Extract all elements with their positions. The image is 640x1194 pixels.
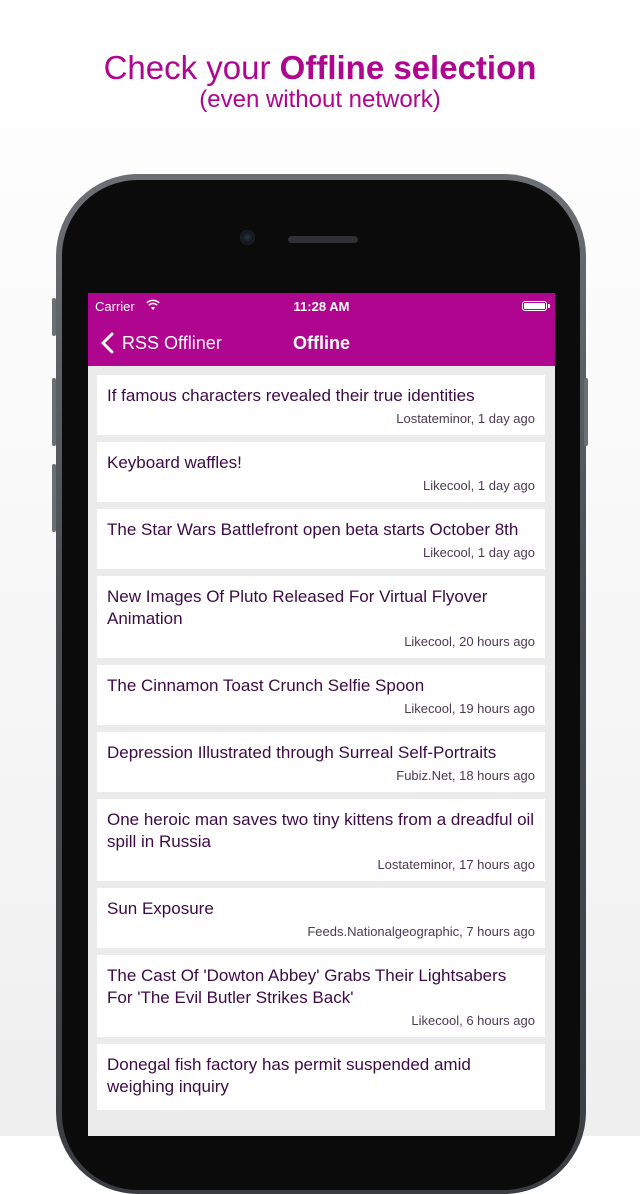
article-title: Donegal fish factory has permit suspende… <box>107 1055 471 1096</box>
article-title: Depression Illustrated through Surreal S… <box>107 743 497 762</box>
article-card[interactable]: Keyboard waffles! Likecool, 1 day ago <box>97 442 545 502</box>
article-list: If famous characters revealed their true… <box>97 375 545 1117</box>
promo-headline: Check your Offline selection <box>0 50 640 86</box>
status-time: 11:28 AM <box>293 299 350 314</box>
battery-tip <box>548 304 550 308</box>
volume-up-button <box>52 378 56 446</box>
promo-subline: (even without network) <box>199 86 441 113</box>
page-title: Offline <box>293 333 350 353</box>
article-card[interactable]: Donegal fish factory has permit suspende… <box>97 1044 545 1110</box>
article-title: The Star Wars Battlefront open beta star… <box>107 520 519 539</box>
top-bar: Carrier 11:28 AM RSS Offliner Offline <box>88 293 555 366</box>
article-card[interactable]: The Cinnamon Toast Crunch Selfie Spoon L… <box>97 665 545 725</box>
article-meta: Likecool, 1 day ago <box>422 478 535 493</box>
promo-headline-bold: Offline selection <box>279 49 537 86</box>
article-card[interactable]: Depression Illustrated through Surreal S… <box>97 732 545 792</box>
article-card[interactable]: One heroic man saves two tiny kittens fr… <box>97 799 545 881</box>
article-meta: Lostateminor, 1 day ago <box>396 411 535 426</box>
article-title: Keyboard waffles! <box>107 453 242 472</box>
article-meta: Feeds.Nationalgeographic, 7 hours ago <box>307 924 535 939</box>
promo-headline-text: Check your <box>103 49 280 86</box>
article-title: One heroic man saves two tiny kittens fr… <box>107 810 535 851</box>
article-title: If famous characters revealed their true… <box>107 386 475 405</box>
article-meta: Likecool, 1 day ago <box>422 545 535 560</box>
article-card[interactable]: The Cast Of 'Dowton Abbey' Grabs Their L… <box>97 955 545 1037</box>
battery-icon <box>522 301 547 311</box>
volume-down-button <box>52 464 56 532</box>
article-card[interactable]: New Images Of Pluto Released For Virtual… <box>97 576 545 658</box>
article-card[interactable]: Sun Exposure Feeds.Nationalgeographic, 7… <box>97 888 545 948</box>
power-button <box>584 378 588 446</box>
article-meta: Likecool, 19 hours ago <box>404 701 535 716</box>
front-camera <box>240 230 255 245</box>
mute-switch <box>52 298 56 336</box>
article-card[interactable]: If famous characters revealed their true… <box>97 375 545 435</box>
article-meta: Likecool, 20 hours ago <box>404 634 535 649</box>
article-card[interactable]: The Star Wars Battlefront open beta star… <box>97 509 545 569</box>
article-meta: Fubiz.Net, 18 hours ago <box>396 768 535 783</box>
article-meta: Lostateminor, 17 hours ago <box>377 857 535 872</box>
article-title: The Cinnamon Toast Crunch Selfie Spoon <box>107 676 425 695</box>
app-screen: Carrier 11:28 AM RSS Offliner Offline If… <box>88 293 555 1136</box>
article-meta: Likecool, 6 hours ago <box>411 1013 535 1028</box>
article-title: New Images Of Pluto Released For Virtual… <box>107 587 488 628</box>
article-title: Sun Exposure <box>107 899 214 918</box>
article-title: The Cast Of 'Dowton Abbey' Grabs Their L… <box>107 966 507 1007</box>
earpiece-speaker <box>288 236 358 243</box>
